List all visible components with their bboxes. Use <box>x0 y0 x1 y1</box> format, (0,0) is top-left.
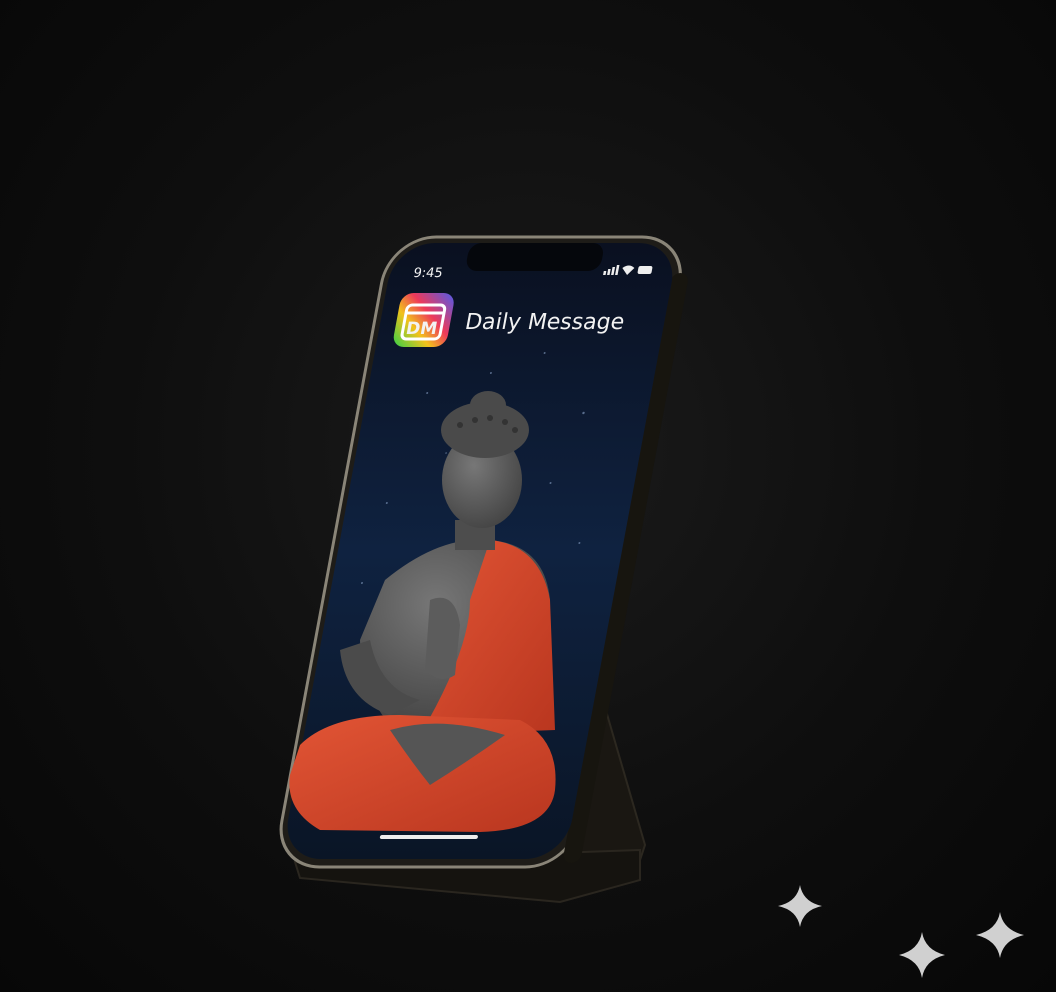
scene: 9:45 DM Daily Message <box>279 235 1024 978</box>
home-indicator[interactable] <box>379 835 479 839</box>
sparkle-icon <box>976 912 1024 958</box>
battery-icon <box>637 266 653 274</box>
app-icon: DM <box>393 293 454 347</box>
sparkle-icon <box>899 932 945 978</box>
app-icon-text: DM <box>404 319 439 339</box>
app-title: Daily Message <box>463 309 627 335</box>
sparkle-icon <box>778 885 822 927</box>
status-time: 9:45 <box>412 266 444 281</box>
sparkle-icons <box>778 885 1024 978</box>
notch <box>466 243 603 271</box>
